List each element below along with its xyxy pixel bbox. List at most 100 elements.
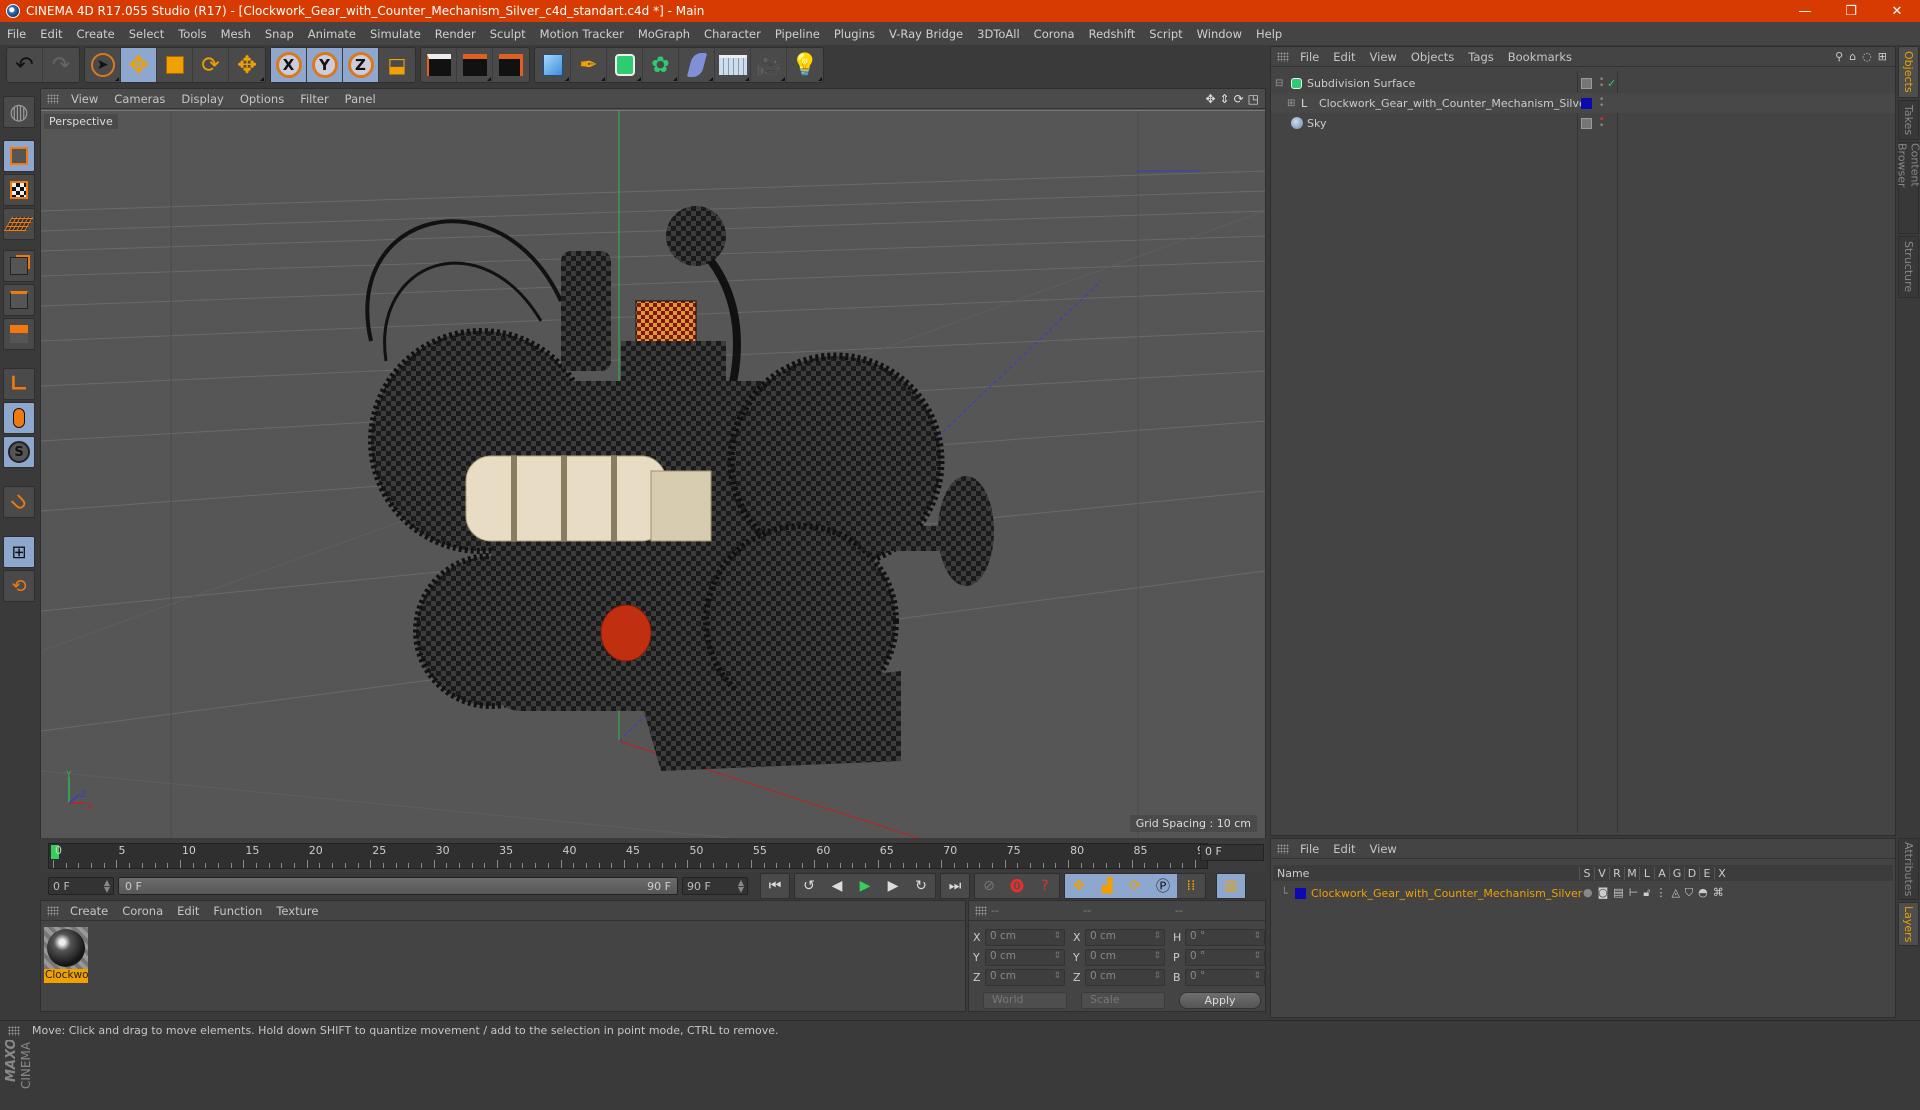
key-scale-toggle[interactable]: ▟ [1093,874,1121,898]
expand-icon[interactable]: ⊞ [1287,98,1295,109]
planar-workplane-button[interactable]: ⟲ [3,570,35,602]
menu-simulate[interactable]: Simulate [363,27,428,41]
lock-icon[interactable]: 🔓︎ [1643,886,1650,900]
menu-help[interactable]: Help [1249,27,1289,41]
size-y-field[interactable]: 0 cm [1085,949,1165,966]
menu-mograph[interactable]: MoGraph [631,27,697,41]
home-icon[interactable]: ⌂ [1849,50,1856,63]
transform-type-dropdown[interactable]: Scale [1081,992,1165,1009]
object-menu-file[interactable]: File [1293,50,1326,64]
transform-tool-button[interactable]: ✥ [229,48,265,82]
column-animation[interactable]: A [1654,866,1669,880]
panel-grip-icon[interactable] [1277,843,1289,854]
position-z-field[interactable]: 0 cm [985,969,1065,986]
points-mode-button[interactable] [3,250,35,282]
layer-row[interactable]: └ Clockwork_Gear_with_Counter_Mechanism_… [1271,883,1891,903]
object-row[interactable]: Sky • • [1271,113,1895,133]
start-frame-field[interactable]: 0 F ▲ ▼ [48,877,114,895]
move-tool-button[interactable]: ✥ [121,48,157,82]
menu-plugins[interactable]: Plugins [827,27,882,41]
object-menu-tags[interactable]: Tags [1461,50,1500,64]
coordinate-space-dropdown[interactable]: World [983,992,1067,1009]
layer-swatch-empty[interactable] [1581,117,1592,129]
layer-menu-edit[interactable]: Edit [1326,842,1362,856]
object-name[interactable]: Subdivision Surface [1307,77,1415,90]
tab-takes[interactable]: Takes [1898,100,1919,140]
enabled-check-icon[interactable]: ✓ [1607,77,1616,90]
apply-button[interactable]: Apply [1179,992,1261,1009]
render-view-button[interactable] [421,48,457,82]
toggle-layout-icon[interactable]: ◳ [1248,92,1259,106]
render-settings-button[interactable] [493,48,529,82]
viewport-menu-filter[interactable]: Filter [292,92,336,106]
rotation-p-field[interactable]: 0 ° [1185,949,1265,966]
object-name[interactable]: Sky [1307,117,1326,130]
menu-3dtoall[interactable]: 3DToAll [970,27,1027,41]
record-active-objects-button[interactable]: ⓿ [1003,874,1031,898]
open-timeline-button[interactable]: ▥ [1217,874,1245,898]
column-locked[interactable]: L [1639,866,1654,880]
viewport-menu-view[interactable]: View [63,92,106,106]
size-x-field[interactable]: 0 cm [1085,929,1165,946]
manager-tree-icon[interactable]: ⊢ [1629,886,1639,900]
object-row[interactable]: ⊟ Subdivision Surface • • ✓ [1271,73,1895,93]
column-render[interactable]: R [1609,866,1624,880]
material-menu-function[interactable]: Function [206,904,269,918]
layer-color-swatch[interactable] [1295,887,1306,899]
key-point-level-toggle[interactable]: ⁞⁞ [1177,874,1205,898]
menu-snap[interactable]: Snap [258,27,301,41]
visibility-dots-icon[interactable]: • • [1599,96,1604,111]
pan-view-icon[interactable]: ✥ [1205,92,1215,106]
panel-grip-icon[interactable] [47,93,59,104]
close-button[interactable]: ✕ [1874,0,1920,22]
menu-mesh[interactable]: Mesh [214,27,258,41]
object-name[interactable]: Clockwork_Gear_with_Counter_Mechanism_Si… [1319,97,1590,110]
layer-color-swatch[interactable] [1581,97,1592,109]
timeline-ruler[interactable]: 051015202530354045505560657075808590 [48,843,1211,869]
column-expressions[interactable]: E [1699,866,1714,880]
menu-create[interactable]: Create [70,27,122,41]
live-selection-button[interactable]: ➤ [85,48,121,82]
menu-tools[interactable]: Tools [171,27,213,41]
menu-pipeline[interactable]: Pipeline [768,27,827,41]
add-deformer-button[interactable] [679,48,715,82]
menu-animate[interactable]: Animate [301,27,363,41]
expression-icon[interactable]: ◓ [1698,886,1708,900]
add-floor-button[interactable] [715,48,751,82]
deformer-icon[interactable]: ⛉ [1685,886,1693,900]
menu-corona[interactable]: Corona [1027,27,1082,41]
x-axis-toggle[interactable]: X [271,48,307,82]
menu-script[interactable]: Script [1142,27,1189,41]
preview-range-slider[interactable]: 0 F 90 F [118,877,678,895]
view-eye-icon[interactable]: ◙ [1598,886,1609,900]
size-z-field[interactable]: 0 cm [1085,969,1165,986]
current-frame-field[interactable]: 0 F [1200,844,1264,861]
material-menu-texture[interactable]: Texture [269,904,325,918]
key-parameter-toggle[interactable]: Ⓟ [1149,874,1177,898]
z-axis-toggle[interactable]: Z [343,48,379,82]
viewport-menu-panel[interactable]: Panel [337,92,384,106]
menu-redshift[interactable]: Redshift [1082,27,1143,41]
polygons-mode-button[interactable] [3,318,35,350]
menu-select[interactable]: Select [122,27,171,41]
column-xrefs[interactable]: X [1714,866,1729,880]
position-y-field[interactable]: 0 cm [985,949,1065,966]
panel-grip-icon[interactable] [975,905,987,916]
generator-icon[interactable]: ◬ [1671,886,1679,900]
object-menu-objects[interactable]: Objects [1404,50,1461,64]
viewport-menu-options[interactable]: Options [232,92,292,106]
solo-dot-icon[interactable]: ● [1583,886,1593,900]
add-cube-button[interactable] [535,48,571,82]
layer-name[interactable]: Clockwork_Gear_with_Counter_Mechanism_Si… [1311,887,1582,900]
autokeying-button[interactable]: ? [1031,874,1059,898]
solo-button[interactable]: S [3,436,35,468]
make-editable-button[interactable]: ◍ [3,96,35,128]
collapse-icon[interactable]: ⊟ [1275,78,1283,89]
menu-render[interactable]: Render [428,27,483,41]
eye-icon[interactable]: ◌ [1862,50,1872,63]
column-generators[interactable]: G [1669,866,1684,880]
play-button[interactable]: ▶ [851,874,879,898]
layer-menu-file[interactable]: File [1293,842,1326,856]
tab-layers[interactable]: Layers [1898,902,1919,946]
column-name[interactable]: Name [1273,867,1579,880]
